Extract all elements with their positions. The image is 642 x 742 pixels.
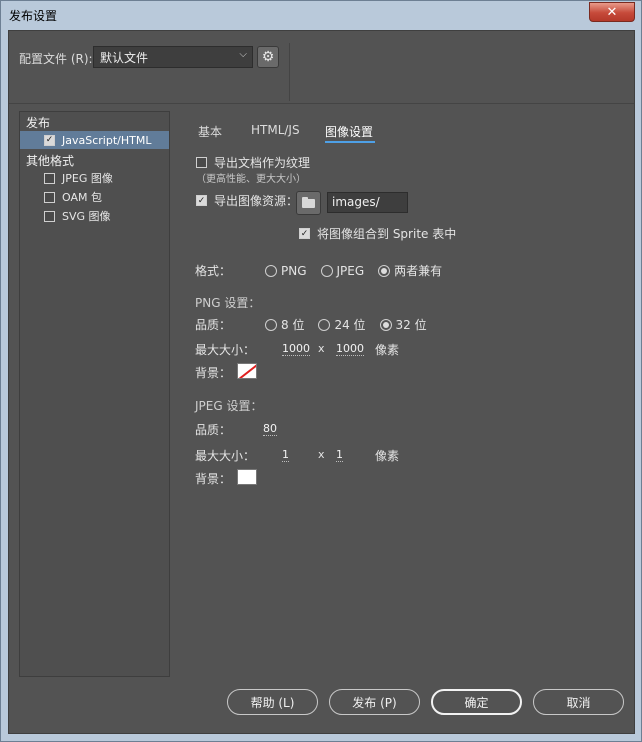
export-assets-option[interactable]: ✓ 导出图像资源： <box>196 192 298 209</box>
png-quality-8bit-label: 8 位 <box>281 318 305 332</box>
jpeg-size-unit: 像素 <box>375 449 400 463</box>
profile-label: 配置文件 (R): <box>19 52 93 66</box>
publish-settings-dialog: 发布设置 ✕ 配置文件 (R): 默认文件 ⌵ ⚙ 发布 ✓ JavaScrip… <box>0 0 642 742</box>
jpeg-background-label: 背景： <box>195 472 232 486</box>
format-png-radio[interactable] <box>265 264 277 277</box>
png-quality-24bit-radio[interactable] <box>318 318 331 331</box>
images-path-input[interactable]: images/ <box>327 192 408 213</box>
jpeg-max-width-value[interactable]: 1 <box>282 448 289 462</box>
profile-select-value: 默认文件 <box>100 51 149 65</box>
tree-group-other-formats: 其他格式 <box>26 154 75 168</box>
tree-item-checkbox[interactable] <box>44 191 55 203</box>
publish-button[interactable]: 发布 (P) <box>329 689 420 715</box>
format-png-label: PNG <box>281 263 307 278</box>
jpeg-size-separator: x <box>318 448 325 461</box>
active-tab-indicator <box>325 141 375 143</box>
jpeg-quality-value[interactable]: 80 <box>263 422 277 436</box>
png-max-size-label: 最大大小： <box>195 343 256 357</box>
jpeg-background-swatch[interactable] <box>237 469 257 485</box>
tree-item-checkbox[interactable] <box>44 210 55 222</box>
export-texture-option[interactable]: 导出文档作为纹理 <box>196 154 310 171</box>
dialog-body: 配置文件 (R): 默认文件 ⌵ ⚙ 发布 ✓ JavaScript/HTML … <box>8 30 635 734</box>
jpeg-max-size-label: 最大大小： <box>195 449 256 463</box>
tree-item-label: JavaScript/HTML <box>62 133 152 147</box>
divider <box>9 103 634 104</box>
png-background-swatch[interactable] <box>237 363 257 379</box>
png-settings-heading: PNG 设置： <box>195 296 261 310</box>
tree-item-svg[interactable]: SVG 图像 <box>20 207 169 225</box>
export-assets-label: 导出图像资源： <box>214 194 299 208</box>
jpeg-quality-label: 品质： <box>195 423 232 437</box>
format-jpeg-label: JPEG <box>336 263 365 278</box>
combine-sprite-label: 将图像组合到 Sprite 表中 <box>317 227 457 241</box>
chevron-down-icon: ⌵ <box>239 49 247 60</box>
profile-select[interactable]: 默认文件 ⌵ <box>93 46 253 68</box>
png-max-width-value[interactable]: 1000 <box>282 342 310 356</box>
png-size-unit: 像素 <box>375 343 400 357</box>
png-quality-32bit-label: 32 位 <box>395 318 427 332</box>
tab-image-settings[interactable]: 图像设置 <box>325 123 373 140</box>
tree-item-checkbox[interactable] <box>44 172 55 184</box>
png-quality-label: 品质： <box>195 318 232 332</box>
tree-item-oam[interactable]: OAM 包 <box>20 188 169 206</box>
title-bar[interactable]: 发布设置 ✕ <box>1 1 641 30</box>
png-max-height-value[interactable]: 1000 <box>336 342 364 356</box>
png-quality-8bit-radio[interactable] <box>265 318 277 331</box>
jpeg-max-height-value[interactable]: 1 <box>336 448 343 462</box>
jpeg-settings-heading: JPEG 设置： <box>195 399 263 413</box>
tree-item-javascript-html[interactable]: ✓ JavaScript/HTML <box>20 131 169 149</box>
tree-item-checkbox[interactable]: ✓ <box>44 134 55 146</box>
divider <box>289 43 290 101</box>
browse-folder-button[interactable] <box>296 191 321 215</box>
png-size-separator: x <box>318 342 325 355</box>
png-quality-24bit-label: 24 位 <box>334 318 366 332</box>
export-assets-checkbox[interactable]: ✓ <box>196 195 207 206</box>
combine-sprite-option[interactable]: ✓ 将图像组合到 Sprite 表中 <box>299 225 456 242</box>
ok-button[interactable]: 确定 <box>431 689 522 715</box>
profile-options-button[interactable]: ⚙ <box>257 46 279 68</box>
export-texture-checkbox[interactable] <box>196 157 207 168</box>
combine-sprite-checkbox[interactable]: ✓ <box>299 228 310 239</box>
format-both-radio[interactable] <box>378 264 391 277</box>
tree-item-jpeg[interactable]: JPEG 图像 <box>20 169 169 187</box>
png-quality-32bit-radio[interactable] <box>379 318 392 331</box>
format-radio-group: PNG JPEG 两者兼有 <box>265 262 456 279</box>
window-title: 发布设置 <box>9 9 58 23</box>
help-button[interactable]: 帮助 (L) <box>227 689 318 715</box>
publish-target-tree: 发布 ✓ JavaScript/HTML 其他格式 JPEG 图像 OAM 包 … <box>19 111 170 677</box>
close-button[interactable]: ✕ <box>589 2 635 22</box>
cancel-button[interactable]: 取消 <box>533 689 624 715</box>
tree-item-label: JPEG 图像 <box>62 172 113 185</box>
png-quality-radio-group: 8 位 24 位 32 位 <box>265 316 441 333</box>
close-icon: ✕ <box>606 4 618 20</box>
tree-item-label: SVG 图像 <box>62 210 111 223</box>
format-both-label: 两者兼有 <box>394 264 443 278</box>
tree-group-publish: 发布 <box>26 116 51 130</box>
export-texture-hint: （更高性能、更大大小） <box>196 174 306 185</box>
format-jpeg-radio[interactable] <box>320 264 333 277</box>
tab-basic[interactable]: 基本 <box>198 123 222 140</box>
export-texture-label: 导出文档作为纹理 <box>214 156 311 170</box>
png-background-label: 背景： <box>195 366 232 380</box>
tree-item-label: OAM 包 <box>62 191 102 204</box>
gear-icon: ⚙ <box>261 49 275 65</box>
format-label: 格式： <box>195 264 232 278</box>
folder-icon <box>302 196 315 208</box>
tab-html-js[interactable]: HTML/JS <box>251 123 300 137</box>
